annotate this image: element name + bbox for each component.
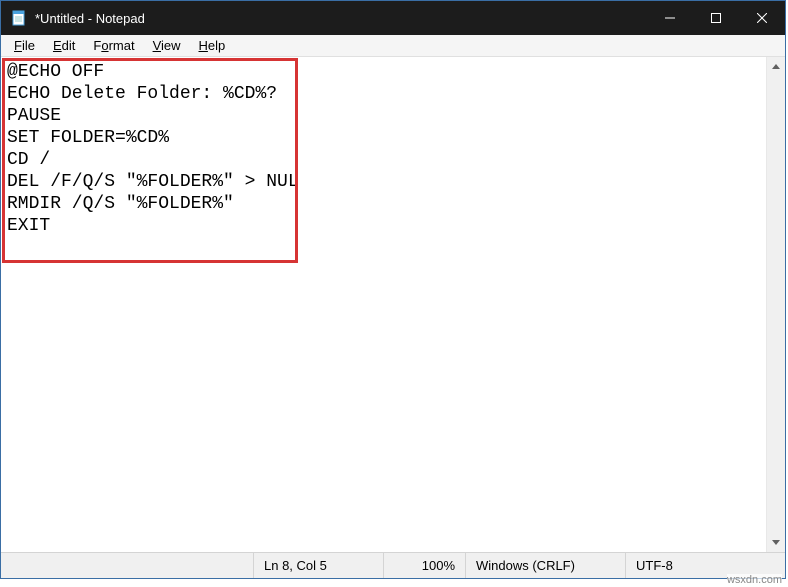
close-button[interactable] (739, 1, 785, 35)
status-zoom: 100% (383, 553, 465, 578)
minimize-button[interactable] (647, 1, 693, 35)
minimize-icon (665, 13, 675, 23)
menu-file[interactable]: File (5, 36, 44, 55)
notepad-icon (11, 10, 27, 26)
notepad-window: *Untitled - Notepad File Edit Format Vie… (0, 0, 786, 579)
menu-view[interactable]: View (144, 36, 190, 55)
scroll-up-button[interactable] (767, 57, 785, 76)
menu-format[interactable]: Format (84, 36, 143, 55)
status-line-ending: Windows (CRLF) (465, 553, 625, 578)
status-cursor-position: Ln 8, Col 5 (253, 553, 383, 578)
watermark: wsxdn.com (727, 574, 782, 586)
chevron-down-icon (772, 540, 780, 545)
scroll-track[interactable] (767, 76, 785, 533)
chevron-up-icon (772, 64, 780, 69)
menu-help[interactable]: Help (190, 36, 235, 55)
vertical-scrollbar[interactable] (766, 57, 785, 552)
status-empty (1, 553, 253, 578)
menu-edit[interactable]: Edit (44, 36, 84, 55)
scroll-down-button[interactable] (767, 533, 785, 552)
maximize-icon (711, 13, 721, 23)
client-area (1, 57, 785, 552)
close-icon (757, 13, 767, 23)
menubar: File Edit Format View Help (1, 35, 785, 57)
statusbar: Ln 8, Col 5 100% Windows (CRLF) UTF-8 (1, 552, 785, 578)
window-title: *Untitled - Notepad (35, 11, 145, 26)
text-editor[interactable] (1, 57, 766, 552)
maximize-button[interactable] (693, 1, 739, 35)
editor-wrap (1, 57, 766, 552)
titlebar[interactable]: *Untitled - Notepad (1, 1, 785, 35)
